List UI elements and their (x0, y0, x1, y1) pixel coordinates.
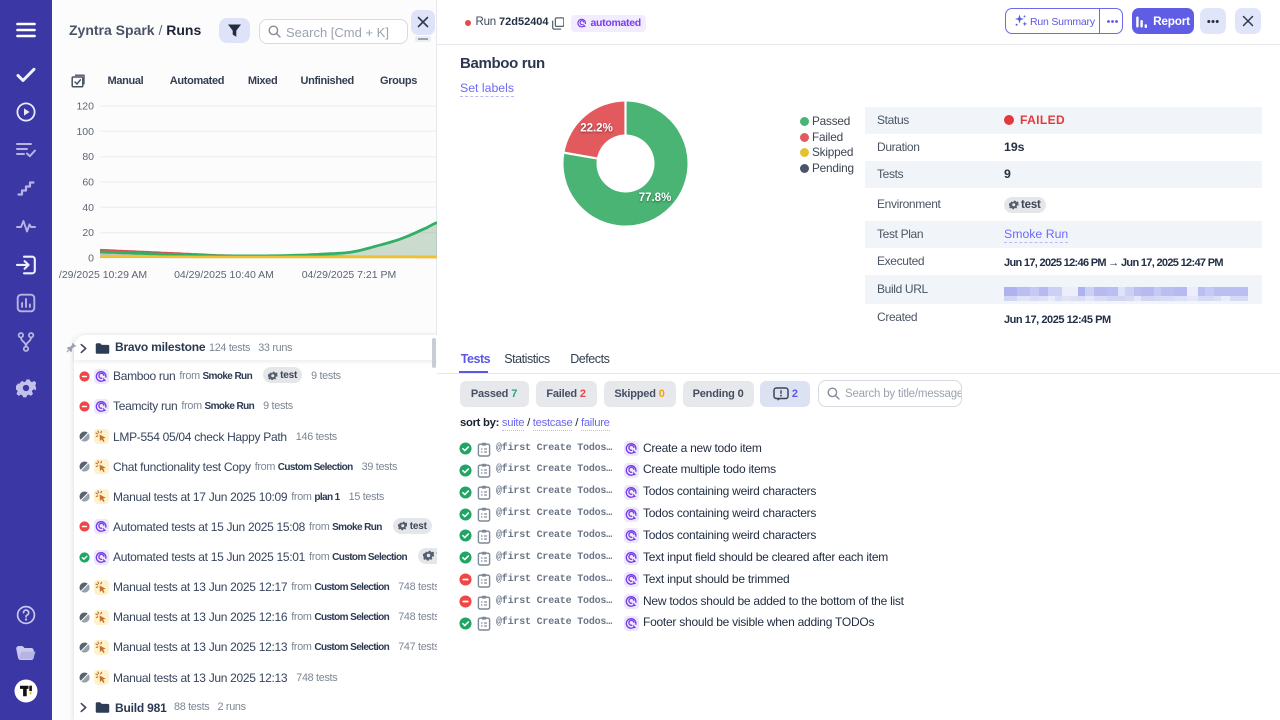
svg-text:04/29/2025 7:21 PM: 04/29/2025 7:21 PM (302, 269, 397, 281)
svg-text:100: 100 (76, 126, 94, 138)
svg-text:04/29/2025 10:40 AM: 04/29/2025 10:40 AM (174, 269, 274, 281)
svg-text:40: 40 (82, 202, 94, 214)
svg-text:20: 20 (82, 227, 94, 239)
svg-text:60: 60 (82, 177, 94, 189)
svg-text:80: 80 (82, 151, 94, 163)
svg-text:120: 120 (76, 101, 94, 113)
svg-text:77.8%: 77.8% (638, 192, 671, 204)
svg-text:/29/2025 10:29 AM: /29/2025 10:29 AM (59, 269, 147, 281)
svg-text:22.2%: 22.2% (580, 123, 613, 135)
svg-text:0: 0 (88, 253, 94, 265)
